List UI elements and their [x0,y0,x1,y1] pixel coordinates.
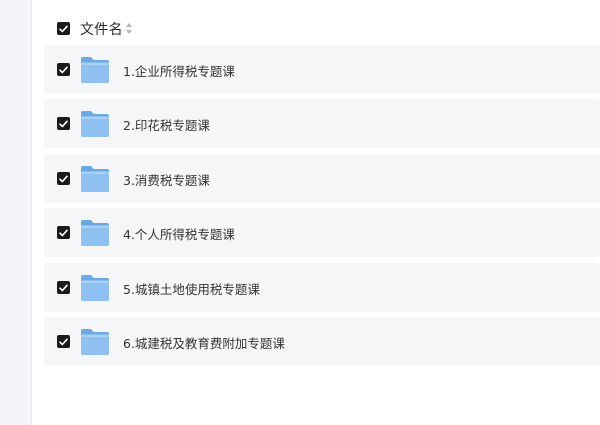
left-sidebar-strip [0,0,32,425]
row-checkbox[interactable] [57,226,70,239]
file-name[interactable]: 4.个人所得税专题课 [123,224,235,243]
folder-icon [81,111,109,137]
filename-column-header[interactable]: 文件名 [80,19,123,39]
file-name[interactable]: 2.印花税专题课 [123,115,210,134]
file-name[interactable]: 3.消费税专题课 [123,170,210,189]
checkmark-icon [59,66,68,73]
row-checkbox[interactable] [57,335,70,348]
checkmark-icon [59,25,68,32]
checkmark-icon [59,229,68,236]
file-name[interactable]: 1.企业所得税专题课 [123,61,235,80]
folder-icon [81,329,109,355]
checkmark-icon [59,175,68,182]
file-row[interactable]: 5.城镇土地使用税专题课 [44,263,600,312]
checkmark-icon [59,284,68,291]
file-row[interactable]: 1.企业所得税专题课 [44,45,600,94]
row-checkbox[interactable] [57,117,70,130]
file-list-header: 文件名 [32,13,600,43]
checkmark-icon [59,120,68,127]
folder-icon [81,166,109,192]
folder-icon [81,57,109,83]
file-list-panel: 文件名 1.企业所得税专题课 2.印花税专题课 3.消费税专题课 4.个人所得税… [32,0,600,425]
row-checkbox[interactable] [57,172,70,185]
sort-icon[interactable] [125,22,133,35]
file-name[interactable]: 6.城建税及教育费附加专题课 [123,333,285,352]
file-row[interactable]: 6.城建税及教育费附加专题课 [44,317,600,366]
checkmark-icon [59,338,68,345]
file-row[interactable]: 2.印花税专题课 [44,99,600,148]
folder-icon [81,275,109,301]
folder-icon [81,220,109,246]
file-name[interactable]: 5.城镇土地使用税专题课 [123,279,260,298]
row-checkbox[interactable] [57,281,70,294]
file-row[interactable]: 3.消费税专题课 [44,154,600,203]
row-checkbox[interactable] [57,63,70,76]
select-all-checkbox[interactable] [57,22,70,35]
file-row[interactable]: 4.个人所得税专题课 [44,208,600,257]
